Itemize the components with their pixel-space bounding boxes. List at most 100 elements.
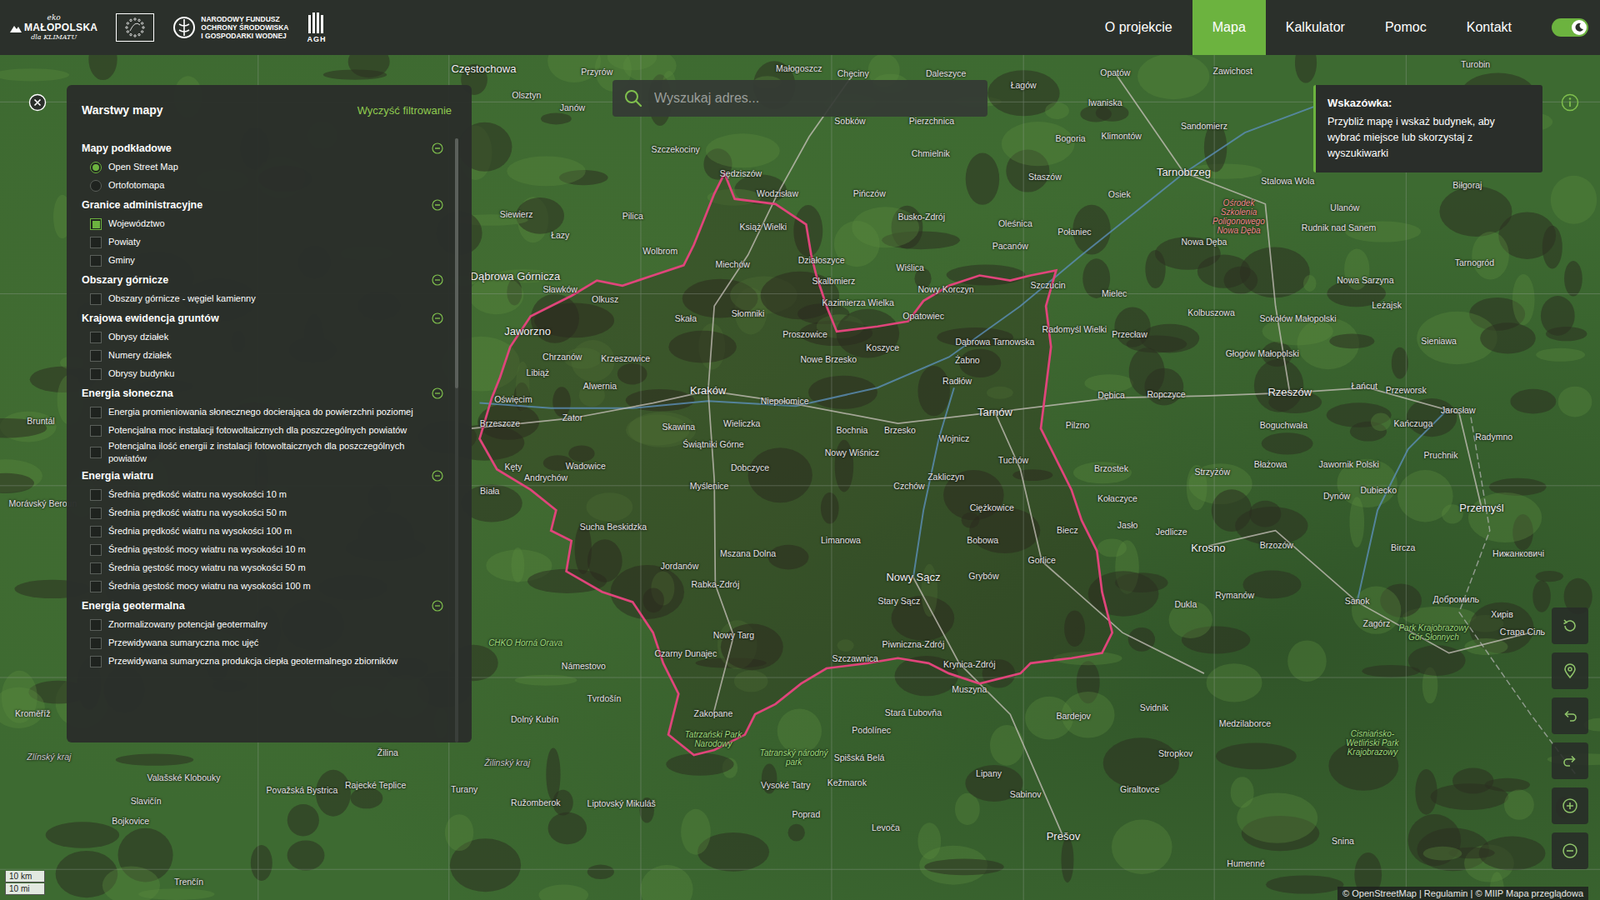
layer-item[interactable]: Średnia prędkość wiatru na wysokości 10 … (81, 485, 445, 505)
agh-logo[interactable]: AGH (307, 11, 327, 44)
reset-rotation-button[interactable] (1551, 607, 1589, 645)
redo-button[interactable] (1551, 742, 1589, 780)
checkbox[interactable] (90, 350, 102, 362)
collapse-icon[interactable] (431, 274, 444, 286)
layer-item[interactable]: Numery działek (81, 346, 445, 365)
undo-button[interactable] (1551, 697, 1589, 735)
section-header[interactable]: Granice administracyjne (81, 195, 445, 215)
nav-item[interactable]: Mapa (1192, 0, 1266, 55)
collapse-icon[interactable] (431, 312, 444, 325)
layer-item[interactable]: Obszary górnicze - węgiel kamienny (81, 290, 445, 309)
map-label: Biała (480, 486, 500, 497)
attribution: © OpenStreetMap | Regulamin | © MIIP Map… (1337, 886, 1589, 900)
map-label: Ružomberok (510, 798, 561, 809)
map-label: Pierzchnica (909, 116, 955, 127)
layer-item[interactable]: Średnia gęstość mocy wiatru na wysokości… (81, 577, 445, 596)
map-label: Pińczów (853, 189, 886, 200)
layer-item[interactable]: Średnia prędkość wiatru na wysokości 100… (81, 522, 445, 541)
checkbox[interactable] (90, 580, 102, 593)
checkbox[interactable] (90, 368, 102, 380)
malopolska-logo[interactable]: ekoMAŁOPOLSKAdla KLIMATU (10, 14, 98, 41)
map[interactable]: CzęstochowaOlsztynJanówPrzyrówMałogoszcz… (0, 55, 1600, 900)
checkbox[interactable] (90, 218, 102, 230)
zoom-out-button[interactable] (1551, 832, 1589, 870)
map-label: Dąbrowa Tarnowska (955, 338, 1035, 349)
nav-item[interactable]: Pomoc (1365, 0, 1447, 55)
map-label: Stary Sącz (877, 597, 920, 608)
collapse-icon[interactable] (431, 600, 444, 612)
map-label: Sokołów Małopolski (1259, 314, 1336, 325)
layer-item[interactable]: Województwo (81, 215, 445, 234)
info-button[interactable] (1560, 92, 1580, 113)
nfosigw-logo[interactable]: NARODOWY FUNDUSZOCHRONY ŚRODOWISKAI GOSP… (172, 15, 289, 41)
checkbox[interactable] (90, 406, 102, 419)
address-search[interactable] (612, 80, 988, 117)
layer-item[interactable]: Open Street Map (81, 158, 445, 177)
layer-section: Energia wiatruŚrednia prędkość wiatru na… (81, 465, 445, 596)
section-header[interactable]: Mapy podkładowe (81, 138, 445, 159)
layer-item[interactable]: Obrysy działek (81, 328, 445, 347)
eu-life-logo[interactable] (115, 13, 155, 42)
radio-button[interactable] (90, 161, 102, 174)
checkbox[interactable] (90, 489, 102, 501)
nav-item[interactable]: Kalkulator (1265, 0, 1365, 55)
collapse-icon[interactable] (431, 199, 444, 211)
nav-item[interactable]: Kontakt (1446, 0, 1532, 55)
map-label: Szczucin (1030, 280, 1066, 291)
checkbox[interactable] (90, 637, 102, 650)
panel-scrollbar[interactable] (455, 138, 459, 743)
scale-bar: 10 km10 mi (5, 870, 45, 895)
section-header[interactable]: Energia wiatru (81, 465, 445, 486)
checkbox[interactable] (90, 446, 102, 459)
layer-item[interactable]: Energia promieniowania słonecznego docie… (81, 403, 445, 422)
collapse-icon[interactable] (431, 142, 444, 155)
checkbox[interactable] (90, 562, 102, 575)
layer-item[interactable]: Przewidywana sumaryczna produkcja ciepła… (81, 652, 445, 671)
section-header[interactable]: Krajowa ewidencja gruntów (81, 308, 445, 329)
layer-item[interactable]: Średnia gęstość mocy wiatru na wysokości… (81, 540, 445, 560)
section-header[interactable]: Energia geotermalna (81, 595, 445, 616)
checkbox[interactable] (90, 236, 102, 249)
collapse-icon[interactable] (431, 470, 444, 482)
collapse-icon[interactable] (431, 387, 444, 400)
layer-section: Energia geotermalnaZnormalizowany potenc… (81, 595, 445, 671)
layer-item[interactable]: Potencjalna ilość energii z instalacji f… (81, 440, 445, 466)
search-input[interactable] (652, 90, 976, 107)
map-label: Chmielnik (911, 149, 950, 160)
map-label: Humenné (1226, 859, 1265, 870)
dark-mode-toggle[interactable] (1551, 18, 1589, 37)
map-label: Koszyce (865, 343, 900, 354)
layer-item[interactable]: Średnia gęstość mocy wiatru na wysokości… (81, 559, 445, 578)
layer-item[interactable]: Potencjalna moc instalacji fotowoltaiczn… (81, 421, 445, 440)
map-label: Bruntál (26, 416, 55, 427)
section-header[interactable]: Energia słoneczna (81, 383, 445, 404)
zoom-in-button[interactable] (1551, 787, 1589, 825)
layer-item[interactable]: Przewidywana sumaryczna moc ujęć (81, 634, 445, 653)
nav-item[interactable]: O projekcie (1085, 0, 1193, 55)
redo-icon (1561, 752, 1579, 770)
checkbox[interactable] (90, 619, 102, 631)
layer-item[interactable]: Gminy (81, 251, 445, 270)
radio-button[interactable] (90, 180, 102, 192)
checkbox[interactable] (90, 425, 102, 437)
clear-filter-link[interactable]: Wyczyść filtrowanie (357, 104, 452, 117)
checkbox[interactable] (90, 331, 102, 344)
map-label: Limanowa (820, 535, 861, 546)
close-panel-button[interactable] (27, 92, 48, 113)
checkbox[interactable] (90, 525, 102, 538)
layer-item[interactable]: Średnia prędkość wiatru na wysokości 50 … (81, 504, 445, 523)
checkbox[interactable] (90, 255, 102, 267)
section-header[interactable]: Obszary górnicze (81, 270, 445, 290)
checkbox[interactable] (90, 544, 102, 556)
layer-item[interactable]: Powiaty (81, 233, 445, 252)
checkbox[interactable] (90, 655, 102, 668)
locate-button[interactable] (1551, 652, 1589, 690)
layer-item[interactable]: Obrysy budynku (81, 365, 445, 384)
layer-item[interactable]: Ortofotomapa (81, 176, 445, 195)
map-label: Nowe Brzesko (800, 355, 857, 365)
map-label: Łagów (1010, 80, 1037, 91)
checkbox[interactable] (90, 507, 102, 520)
scrollbar-thumb[interactable] (455, 138, 459, 389)
layer-item[interactable]: Znormalizowany potencjał geotermalny (81, 615, 445, 635)
checkbox[interactable] (90, 293, 102, 305)
